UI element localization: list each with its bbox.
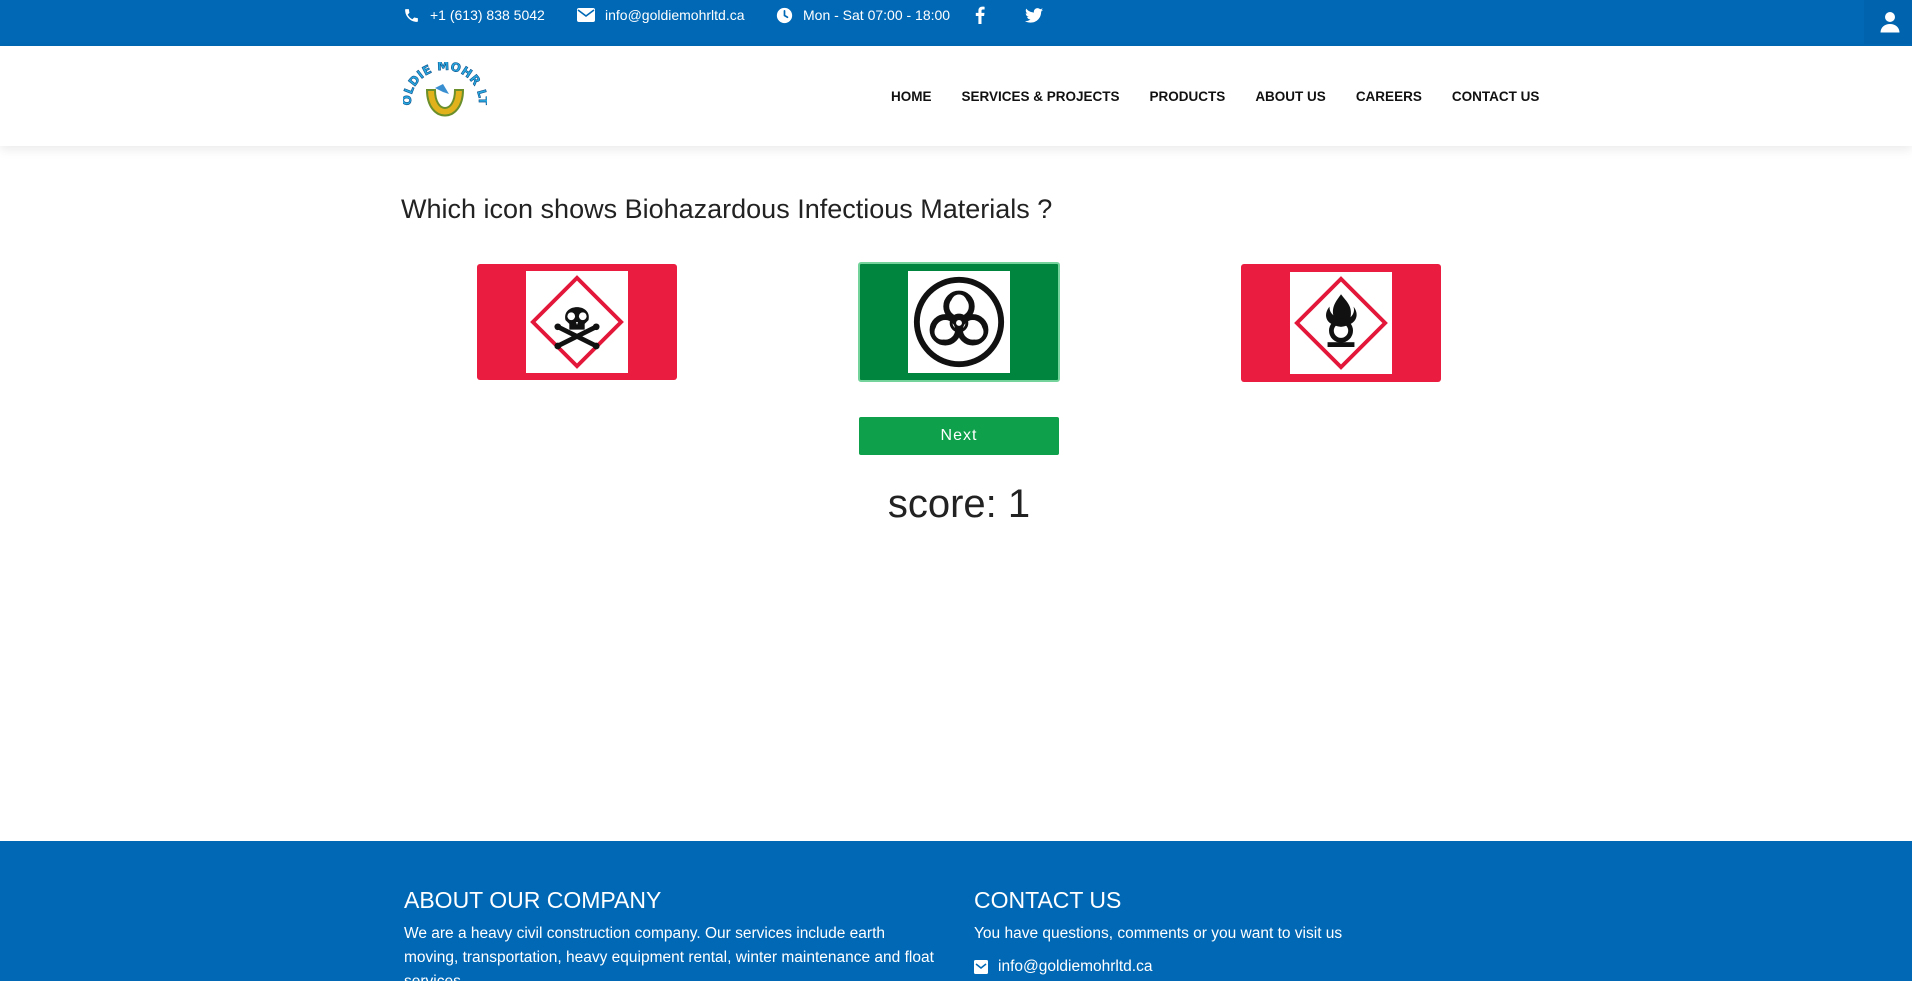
footer-email-link[interactable]: info@goldiemohrltd.ca xyxy=(974,958,1152,976)
footer-about-text: We are a heavy civil construction compan… xyxy=(404,925,934,990)
nav-products[interactable]: PRODUCTS xyxy=(1150,89,1226,104)
email-contact[interactable]: info@goldiemohrltd.ca xyxy=(577,0,745,30)
main-navigation: HOME SERVICES & PROJECTS PRODUCTS ABOUT … xyxy=(891,46,1539,146)
skull-crossbones-icon xyxy=(530,275,624,369)
quiz-question: Which icon shows Biohazardous Infectious… xyxy=(401,194,1053,224)
score-display: score: 1 xyxy=(887,482,1031,526)
footer-contact-text: You have questions, comments or you want… xyxy=(974,925,1343,942)
nav-about-us[interactable]: ABOUT US xyxy=(1255,89,1326,104)
site-footer: ABOUT OUR COMPANY We are a heavy civil c… xyxy=(0,841,1912,990)
hazard-sign xyxy=(526,271,628,373)
hazard-sign xyxy=(908,271,1010,373)
opening-hours: Mon - Sat 07:00 - 18:00 xyxy=(776,0,950,30)
hazard-sign xyxy=(1290,272,1392,374)
svg-text:GOLDIE MOHR LTD: GOLDIE MOHR LTD xyxy=(403,62,487,106)
top-bar: +1 (613) 838 5042 info@goldiemohrltd.ca … xyxy=(0,0,1912,46)
phone-contact[interactable]: +1 (613) 838 5042 xyxy=(403,0,545,30)
answer-option-2-selected[interactable] xyxy=(858,262,1060,382)
clock-icon xyxy=(776,7,793,23)
footer-contact-title: CONTACT US xyxy=(974,887,1122,913)
answer-option-1[interactable] xyxy=(477,264,677,380)
company-logo[interactable]: GOLDIE MOHR LTD xyxy=(397,51,490,126)
email-address: info@goldiemohrltd.ca xyxy=(605,7,745,23)
logo-text: GOLDIE MOHR LTD xyxy=(397,51,489,107)
facebook-link[interactable] xyxy=(975,0,985,30)
envelope-check-icon xyxy=(974,960,988,974)
nav-services-projects[interactable]: SERVICES & PROJECTS xyxy=(962,89,1120,104)
nav-home[interactable]: HOME xyxy=(891,89,932,104)
flame-over-circle-icon xyxy=(1294,276,1388,370)
envelope-icon xyxy=(577,8,595,22)
facebook-icon xyxy=(975,6,985,24)
next-button[interactable]: Next xyxy=(859,417,1059,455)
twitter-link[interactable] xyxy=(1025,0,1043,30)
nav-careers[interactable]: CAREERS xyxy=(1356,89,1422,104)
site-header: GOLDIE MOHR LTD HOME SERVICES & PROJECTS… xyxy=(0,46,1912,146)
footer-about-title: ABOUT OUR COMPANY xyxy=(404,887,662,913)
answer-option-3[interactable] xyxy=(1241,264,1441,382)
user-account-button[interactable] xyxy=(1864,0,1912,44)
phone-icon xyxy=(405,8,418,22)
user-icon xyxy=(1880,12,1900,33)
biohazard-icon xyxy=(913,276,1005,368)
phone-number: +1 (613) 838 5042 xyxy=(430,7,545,23)
nav-contact-us[interactable]: CONTACT US xyxy=(1452,89,1540,104)
footer-email-text: info@goldiemohrltd.ca xyxy=(998,958,1153,975)
hours-text: Mon - Sat 07:00 - 18:00 xyxy=(803,7,951,23)
twitter-icon xyxy=(1025,7,1043,23)
